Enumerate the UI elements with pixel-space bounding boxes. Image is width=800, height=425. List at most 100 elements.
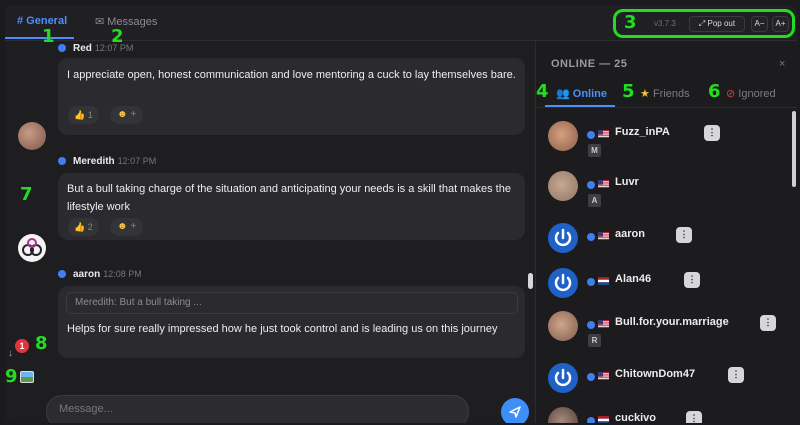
tab-messages[interactable]: ✉ Messages — [95, 15, 157, 28]
message-author[interactable]: Meredith — [73, 156, 115, 167]
user-name[interactable]: Luvr — [615, 176, 639, 188]
user-menu-button[interactable]: ⋮ — [684, 272, 700, 288]
send-button[interactable] — [501, 398, 529, 423]
add-reaction-button[interactable]: ☻ + — [110, 106, 144, 124]
popout-button[interactable]: ⤢ Pop out — [689, 16, 745, 32]
user-role-badge: A — [588, 194, 601, 207]
status-dot — [58, 157, 66, 165]
message-text: Helps for sure really impressed how he j… — [67, 323, 498, 335]
unread-badge[interactable]: 1 — [15, 339, 29, 353]
avatar[interactable] — [18, 234, 46, 262]
message-bubble: Meredith: But a bull taking ... Helps fo… — [58, 286, 525, 358]
send-icon — [509, 406, 521, 418]
user-menu-button[interactable]: ⋮ — [676, 227, 692, 243]
status-dot — [587, 278, 595, 286]
reaction-thumbs-up[interactable]: 👍 2 — [68, 218, 99, 236]
message-input[interactable] — [59, 403, 449, 415]
top-tab-bar: # General ✉ Messages 1 2 3 v3.7.3 ⤢ Pop … — [5, 5, 797, 47]
message-author[interactable]: aaron — [73, 269, 100, 280]
smiley-icon: ☻ — [117, 109, 128, 120]
user-menu-button[interactable]: ⋮ — [760, 315, 776, 331]
chat-scrollbar[interactable] — [528, 273, 533, 289]
tab-ignored-label: Ignored — [738, 88, 776, 100]
message-author[interactable]: Red — [73, 43, 92, 54]
user-name[interactable]: cuckivo — [615, 412, 656, 423]
avatar[interactable] — [548, 407, 578, 423]
online-count-title: ONLINE — 25 — [551, 58, 628, 70]
avatar-symbol-icon — [22, 238, 42, 256]
status-dot — [587, 131, 595, 139]
message-time: 12:07 PM — [94, 43, 134, 53]
tab-friends-label: Friends — [652, 88, 690, 100]
close-icon[interactable]: × — [779, 58, 785, 70]
user-name[interactable]: aaron — [615, 228, 645, 240]
us-flag-icon — [598, 320, 609, 328]
user-menu-button[interactable]: ⋮ — [686, 411, 702, 423]
chat-area: Red 12:07 PM I appreciate open, honest co… — [5, 41, 535, 423]
avatar[interactable] — [548, 363, 578, 393]
message-header: Meredith 12:07 PM — [58, 156, 156, 167]
annotation-5: 5 — [622, 81, 635, 102]
user-role-badge: M — [588, 144, 601, 157]
us-flag-icon — [598, 232, 609, 240]
reply-quote[interactable]: Meredith: But a bull taking ... — [66, 292, 518, 314]
avatar[interactable] — [548, 171, 578, 201]
reaction-count: 2 — [87, 222, 93, 232]
message-text: I appreciate open, honest communication … — [67, 69, 516, 81]
user-name[interactable]: ChitownDom47 — [615, 368, 695, 380]
sidebar-scrollbar[interactable] — [792, 111, 796, 187]
user-role-badge: R — [588, 334, 601, 347]
message-header: aaron 12:08 PM — [58, 269, 142, 280]
message-header: Red 12:07 PM — [58, 43, 133, 54]
annotation-9: 9 — [5, 366, 18, 387]
add-reaction-plus: + — [130, 109, 137, 120]
us-flag-icon — [598, 180, 609, 188]
image-upload-icon[interactable] — [20, 371, 34, 383]
block-icon: ⊘ — [726, 88, 736, 100]
star-icon: ★ — [640, 88, 650, 100]
jump-down-icon[interactable]: ↓ — [8, 348, 13, 359]
annotation-3: 3 — [624, 12, 637, 33]
status-dot — [587, 373, 595, 381]
message-text: But a bull taking charge of the situatio… — [67, 183, 511, 213]
us-flag-icon — [598, 130, 609, 138]
status-dot — [58, 44, 66, 52]
us-flag-icon — [598, 372, 609, 380]
add-reaction-button[interactable]: ☻ + — [110, 218, 144, 236]
status-dot — [587, 321, 595, 329]
power-icon — [554, 273, 572, 292]
font-increase-button[interactable]: A+ — [772, 16, 789, 32]
user-name[interactable]: Bull.for.your.marriage — [615, 316, 729, 328]
avatar[interactable] — [548, 311, 578, 341]
tab-friends[interactable]: ★ Friends — [640, 87, 690, 100]
reaction-thumbs-up[interactable]: 👍 1 — [68, 106, 99, 124]
user-name[interactable]: Alan46 — [615, 273, 651, 285]
user-menu-button[interactable]: ⋮ — [704, 125, 720, 141]
power-icon — [554, 368, 572, 387]
nl-flag-icon — [598, 416, 609, 423]
nl-flag-icon — [598, 277, 609, 285]
tab-online[interactable]: 👥 Online — [556, 87, 607, 100]
avatar[interactable] — [548, 223, 578, 253]
annotation-8: 8 — [35, 333, 48, 354]
version-label: v3.7.3 — [654, 19, 676, 28]
thumbs-up-icon: 👍 — [74, 222, 86, 232]
message-bubble: But a bull taking charge of the situatio… — [58, 173, 525, 240]
message-time: 12:08 PM — [103, 269, 142, 279]
people-icon: 👥 — [556, 88, 570, 100]
user-name[interactable]: Fuzz_inPA — [615, 126, 670, 138]
tab-ignored[interactable]: ⊘ Ignored — [726, 87, 776, 100]
avatar[interactable] — [548, 268, 578, 298]
user-menu-button[interactable]: ⋮ — [728, 367, 744, 383]
font-decrease-button[interactable]: A− — [751, 16, 768, 32]
message-bubble: I appreciate open, honest communication … — [58, 58, 525, 135]
annotation-7: 7 — [20, 184, 33, 205]
app-window: # General ✉ Messages 1 2 3 v3.7.3 ⤢ Pop … — [5, 5, 797, 423]
avatar[interactable] — [548, 121, 578, 151]
annotation-4: 4 — [536, 81, 549, 102]
avatar[interactable] — [18, 122, 46, 150]
add-reaction-plus: + — [130, 221, 137, 232]
reaction-count: 1 — [87, 110, 93, 120]
toolbar-group: 3 v3.7.3 ⤢ Pop out A− A+ — [613, 9, 795, 38]
thumbs-up-icon: 👍 — [74, 110, 86, 120]
